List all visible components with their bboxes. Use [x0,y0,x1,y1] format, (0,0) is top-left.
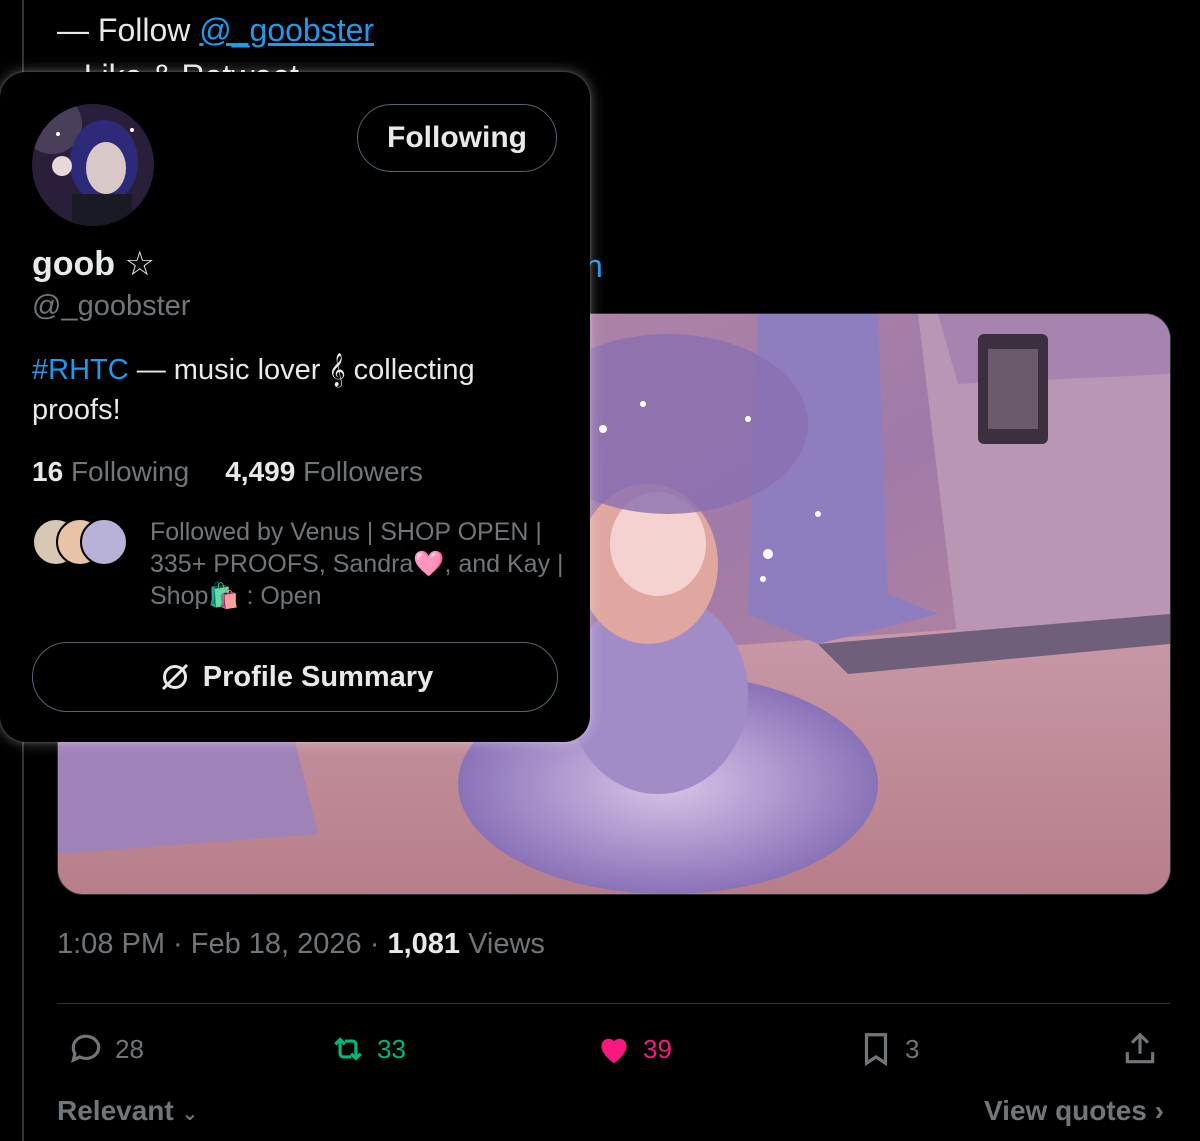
bookmark-button[interactable]: 3 [857,1030,919,1068]
repost-icon [334,1037,362,1061]
following-button[interactable]: Following [357,104,557,172]
profile-summary-button[interactable]: Profile Summary [32,642,558,712]
share-button[interactable] [1121,1030,1159,1068]
like-button[interactable]: 39 [595,1030,672,1068]
view-quotes-link[interactable]: View quotes › [984,1095,1164,1127]
view-quotes-label: View quotes [984,1095,1147,1126]
follower-avatar-3 [80,518,128,566]
action-bar: 28 33 39 3 [57,1030,1170,1074]
avatar-image [32,104,154,226]
chevron-down-icon: ⌄ [181,1103,199,1125]
grok-icon [161,663,188,691]
display-name[interactable]: goob ☆ [32,244,155,284]
views-label: Views [460,928,545,960]
repost-count: 33 [377,1033,406,1064]
reply-button[interactable]: 28 [67,1030,144,1068]
followers-count: 4,499 [225,456,296,487]
following-label: Following [70,456,190,487]
follow-stats: 16 Following 4,499 Followers [32,456,423,488]
followed-by-avatars[interactable] [32,518,128,566]
followers-stat[interactable]: 4,499 Followers [225,456,423,487]
divider [57,1003,1170,1004]
following-stat[interactable]: 16 Following [32,456,189,487]
heart-icon [601,1038,627,1064]
following-count: 16 [32,456,64,487]
sort-label: Relevant [57,1095,174,1126]
tweet-meta: 1:08 PM · Feb 18, 2026 · 1,081 Views [57,928,545,961]
avatar[interactable] [32,104,154,226]
profile-bio: #RHTC — music lover 𝄞 collecting proofs! [32,350,552,430]
profile-hover-card: Following goob ☆ @_goobster #RHTC — musi… [0,72,590,742]
bookmark-count: 3 [905,1033,920,1064]
views-count: 1,081 [387,928,461,960]
bookmark-icon [864,1033,888,1067]
profile-summary-label: Profile Summary [202,660,434,693]
repost-button[interactable]: 33 [329,1030,406,1068]
follow-prefix: — Follow [57,12,200,48]
like-count: 39 [643,1033,672,1064]
mention-link[interactable]: @_goobster [199,12,374,48]
reply-icon [70,1034,101,1064]
sort-dropdown[interactable]: Relevant ⌄ [57,1095,198,1127]
share-icon [1125,1032,1155,1064]
user-handle[interactable]: @_goobster [32,290,190,323]
tweet-text-line1: — Follow @_goobster [57,10,374,50]
reply-count: 28 [115,1033,144,1064]
followed-by-text[interactable]: Followed by Venus | SHOP OPEN | 335+ PRO… [150,516,570,612]
timestamp[interactable]: 1:08 PM · Feb 18, 2026 · [57,928,387,960]
chevron-right-icon: › [1154,1095,1164,1126]
bio-hashtag[interactable]: #RHTC [32,354,129,386]
followers-label: Followers [303,456,423,487]
